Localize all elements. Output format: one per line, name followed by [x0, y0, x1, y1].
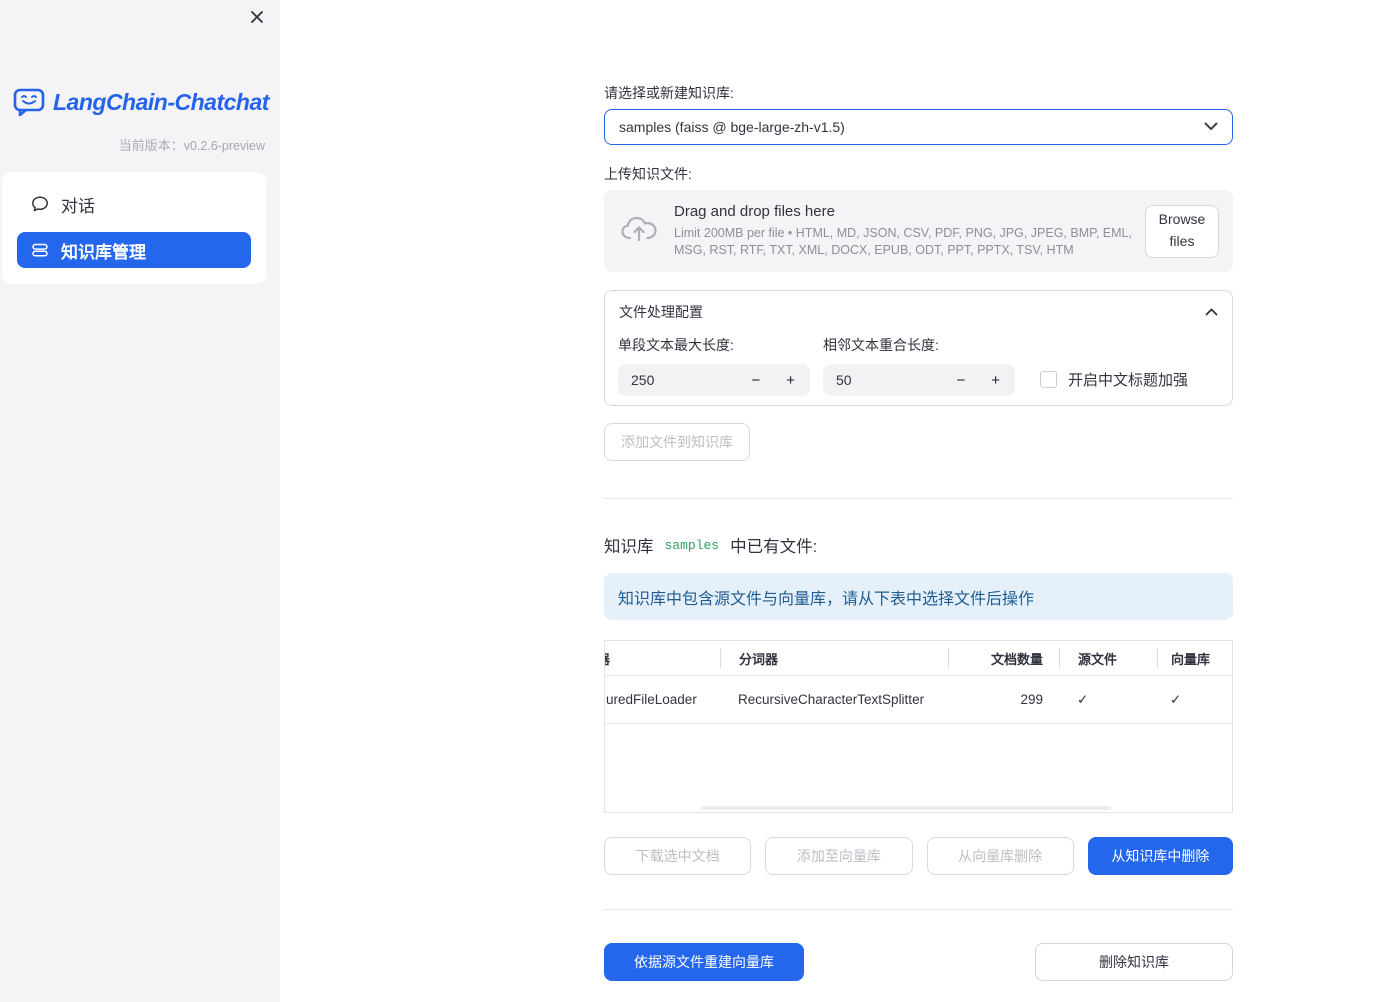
table-row[interactable]: uredFileLoader RecursiveCharacterTextSpl…: [605, 676, 1232, 724]
version-info: 当前版本：v0.2.6-preview: [0, 117, 280, 154]
overlap-size-value: 50: [836, 372, 852, 388]
kb-list-icon: [31, 241, 49, 259]
zh-title-enhance-field: 开启中文标题加强: [1040, 369, 1188, 390]
divider: [604, 498, 1233, 499]
version-value: v0.2.6-preview: [183, 139, 265, 153]
kb-files-heading: 知识库 samples 中已有文件:: [604, 533, 1233, 557]
download-selected-docs-button[interactable]: 下载选中文档: [604, 837, 752, 875]
logo-text: LangChain-Chatchat: [53, 89, 269, 115]
table-header-vector-store: 向量库: [1157, 648, 1232, 668]
zh-title-enhance-checkbox[interactable]: [1040, 371, 1057, 388]
chunk-size-value: 250: [631, 372, 655, 388]
kb-select-label: 请选择或新建知识库:: [604, 85, 734, 101]
expander-title: 文件处理配置: [619, 304, 703, 320]
overlap-size-label: 相邻文本重合长度:: [823, 337, 939, 353]
info-alert: 知识库中包含源文件与向量库，请从下表中选择文件后操作: [604, 573, 1233, 620]
table-header-docs-count: 文档数量: [948, 648, 1059, 668]
kb-files-suffix: 中已有文件:: [730, 538, 818, 556]
kb-files-table[interactable]: 器 分词器 文档数量 源文件 向量库 uredFileLoader Recurs…: [604, 640, 1233, 813]
sidebar-item-kb-management[interactable]: 知识库管理: [17, 232, 251, 268]
cloud-upload-icon: [620, 214, 658, 249]
zh-title-enhance-label: 开启中文标题加强: [1068, 372, 1189, 389]
chunk-size-decrement-button[interactable]: −: [749, 372, 762, 389]
file-config-expander: 文件处理配置 单段文本最大长度: 250 − + 相邻文本重合长度: 50 − …: [604, 290, 1233, 406]
main-content: 请选择或新建知识库: samples (faiss @ bge-large-zh…: [604, 0, 1233, 981]
chunk-size-label: 单段文本最大长度:: [618, 337, 734, 353]
table-header-loader: 器: [605, 649, 720, 668]
cell-splitter: RecursiveCharacterTextSplitter: [738, 692, 925, 707]
sidebar-menu: 对话 知识库管理: [2, 172, 266, 284]
chevron-down-icon: [1204, 118, 1218, 136]
kb-files-prefix: 知识库: [604, 538, 654, 556]
upload-label: 上传知识文件:: [604, 166, 692, 182]
dropzone-title: Drag and drop files here: [674, 203, 835, 221]
table-header-splitter: 分词器: [720, 648, 948, 668]
logo-chat-smiley-icon: [13, 88, 45, 117]
delete-from-kb-button[interactable]: 从知识库中删除: [1087, 837, 1233, 875]
info-alert-text: 知识库中包含源文件与向量库，请从下表中选择文件后操作: [618, 590, 1035, 608]
sidebar-item-dialogue[interactable]: 对话: [17, 186, 251, 222]
sidebar-close-button[interactable]: [247, 8, 267, 28]
sidebar-item-label: 对话: [61, 196, 95, 216]
delete-kb-button[interactable]: 删除知识库: [1035, 943, 1233, 981]
divider: [604, 909, 1233, 910]
kb-name-code: samples: [664, 537, 720, 553]
dropzone-hint: Limit 200MB per file • HTML, MD, JSON, C…: [674, 226, 1132, 257]
version-label: 当前版本：: [118, 138, 184, 153]
table-header-row: 器 分词器 文档数量 源文件 向量库: [605, 641, 1232, 676]
kb-selectbox[interactable]: samples (faiss @ bge-large-zh-v1.5): [604, 109, 1233, 145]
sidebar-item-label: 知识库管理: [61, 242, 146, 262]
overlap-size-increment-button[interactable]: +: [989, 372, 1002, 389]
expander-body: 单段文本最大长度: 250 − + 相邻文本重合长度: 50 − + 开启中文标…: [605, 333, 1232, 396]
overlap-size-field: 相邻文本重合长度: 50 − +: [823, 333, 1015, 396]
cell-docs-count: 299: [1020, 692, 1043, 707]
sidebar: LangChain-Chatchat 当前版本：v0.2.6-preview 对…: [0, 0, 280, 1002]
cell-vector-store-check: ✓: [1170, 691, 1182, 707]
app-logo: LangChain-Chatchat: [0, 0, 280, 117]
add-files-to-kb-button[interactable]: 添加文件到知识库: [604, 423, 750, 461]
file-dropzone[interactable]: Drag and drop files here Limit 200MB per…: [604, 190, 1233, 272]
table-horizontal-scrollbar[interactable]: [701, 806, 1111, 810]
rebuild-vector-store-button[interactable]: 依据源文件重建向量库: [604, 943, 804, 981]
kb-selectbox-value: samples (faiss @ bge-large-zh-v1.5): [619, 119, 845, 135]
remove-from-vector-store-button[interactable]: 从向量库删除: [926, 837, 1074, 875]
chunk-size-increment-button[interactable]: +: [784, 372, 797, 389]
expander-header[interactable]: 文件处理配置: [605, 291, 1232, 333]
chunk-size-input[interactable]: 250 − +: [618, 364, 810, 396]
dropzone-texts: Drag and drop files here Limit 200MB per…: [674, 203, 1145, 259]
chevron-up-icon: [1205, 303, 1218, 321]
file-action-buttons: 下载选中文档 添加至向量库 从向量库删除 从知识库中删除: [604, 837, 1233, 875]
close-icon: [250, 10, 264, 27]
cell-loader: uredFileLoader: [606, 692, 697, 707]
add-to-vector-store-button[interactable]: 添加至向量库: [765, 837, 913, 875]
cell-source-file-check: ✓: [1077, 691, 1089, 707]
chat-bubble-icon: [31, 195, 49, 213]
overlap-size-input[interactable]: 50 − +: [823, 364, 1015, 396]
chunk-size-field: 单段文本最大长度: 250 − +: [618, 333, 810, 396]
browse-files-button[interactable]: Browse files: [1145, 204, 1219, 258]
table-header-source-file: 源文件: [1059, 648, 1157, 668]
main-area: 请选择或新建知识库: samples (faiss @ bge-large-zh…: [280, 0, 1380, 1002]
kb-bottom-buttons: 依据源文件重建向量库 删除知识库: [604, 943, 1233, 981]
overlap-size-decrement-button[interactable]: −: [954, 372, 967, 389]
